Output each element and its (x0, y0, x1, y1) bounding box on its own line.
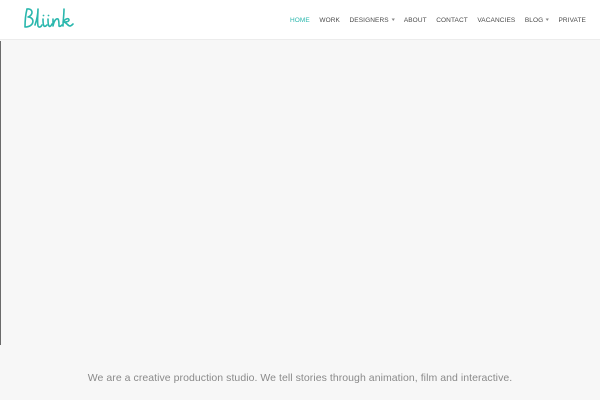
chevron-down-icon: ▾ (391, 17, 395, 23)
nav-item-label: DESIGNERS (349, 16, 389, 24)
nav-item-blog[interactable]: BLOG ▾ (525, 17, 549, 24)
nav-item-label: VACANCIES (477, 16, 516, 24)
nav-item-label: PRIVATE (558, 16, 586, 24)
nav-item-label: CONTACT (436, 16, 468, 24)
nav-item-work[interactable]: WORK (319, 17, 340, 24)
site-logo[interactable] (21, 5, 77, 33)
main-nav: HOME WORK DESIGNERS ▾ ABOUT CONTACT VACA… (290, 0, 586, 40)
nav-item-designers[interactable]: DESIGNERS ▾ (350, 17, 395, 24)
nav-item-label: HOME (289, 16, 310, 24)
chevron-down-icon: ▾ (545, 17, 550, 23)
bliink-logo-icon (24, 8, 74, 28)
nav-item-label: BLOG (524, 16, 544, 24)
studio-tagline: We are a creative production studio. We … (87, 372, 513, 384)
nav-item-about[interactable]: ABOUT (404, 17, 427, 24)
nav-item-home[interactable]: HOME (290, 17, 310, 24)
hero-border (0, 41, 1, 345)
nav-item-label: ABOUT (403, 16, 427, 24)
site-header: HOME WORK DESIGNERS ▾ ABOUT CONTACT VACA… (0, 0, 600, 40)
nav-item-private[interactable]: PRIVATE (558, 17, 586, 24)
nav-item-label: WORK (319, 16, 340, 24)
nav-item-vacancies[interactable]: VACANCIES (477, 17, 515, 24)
hero-video-area[interactable] (0, 41, 600, 345)
nav-item-contact[interactable]: CONTACT (436, 17, 468, 24)
